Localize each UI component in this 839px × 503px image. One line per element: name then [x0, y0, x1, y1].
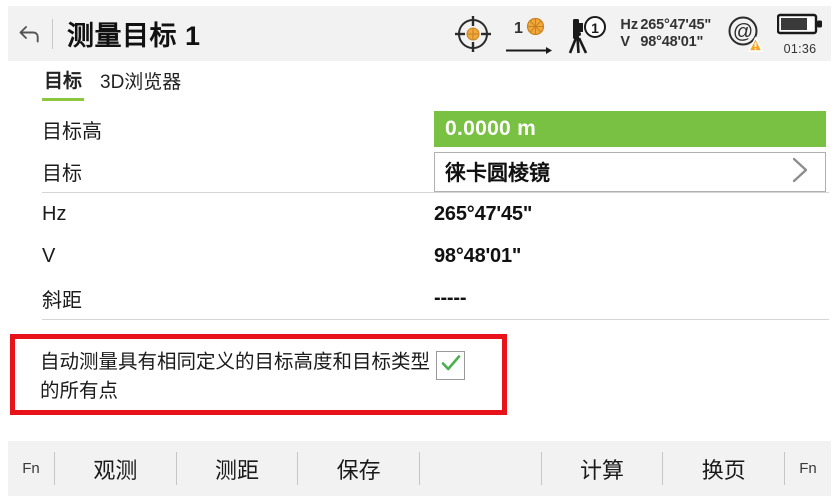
status-bar: 1 1 Hz 265°47'45" V 98°48'01" @ 01:36 [452, 6, 827, 61]
auto-measure-label: 自动测量具有相同定义的目标高度和目标类型的所有点 [40, 351, 431, 402]
v-row-label: V [42, 244, 56, 267]
form-separator-2 [42, 319, 829, 320]
page-title: 测量目标 1 [67, 21, 201, 51]
arrow-right-icon [506, 42, 553, 54]
row-hz: Hz 265°47'45" [8, 193, 831, 235]
tab-target[interactable]: 目标 [42, 66, 85, 101]
row-target-height: 目标高 0.0000 m [8, 108, 831, 150]
calculate-button[interactable]: 计算 [542, 441, 663, 496]
battery-icon [776, 12, 823, 41]
battery-indicator[interactable]: 01:36 [776, 12, 823, 56]
save-label: 保存 [336, 457, 381, 483]
target-select-field[interactable]: 徕卡圆棱镜 [434, 152, 826, 192]
svg-text:@: @ [733, 21, 753, 43]
row-slope-distance: 斜距 ----- [8, 277, 831, 319]
tab-3d-viewer[interactable]: 3D浏览器 [98, 67, 183, 99]
v-readout-row: V 98°48'01" [620, 34, 711, 51]
calculate-label: 计算 [580, 457, 625, 483]
hz-row-value: 265°47'45" [434, 202, 533, 225]
undo-arrow-icon [17, 22, 43, 46]
tab-target-label: 目标 [44, 70, 83, 92]
angle-readout: Hz 265°47'45" V 98°48'01" [620, 17, 711, 51]
slope-distance-value: ----- [434, 286, 467, 309]
chevron-right-icon [787, 154, 813, 191]
prism-mode-indicator[interactable]: 1 [506, 17, 553, 54]
target-height-label: 目标高 [42, 120, 102, 143]
at-sign-warning-icon[interactable]: @ [725, 14, 765, 54]
device-screen: 测量目标 1 1 1 Hz 265°47'45" V 98°48'01" @ 0… [8, 6, 831, 498]
v-label: V [620, 33, 631, 50]
prism-icon [526, 17, 545, 41]
hz-readout-row: Hz 265°47'45" [620, 17, 711, 34]
back-button[interactable] [8, 6, 52, 61]
fn-right-label: Fn [799, 460, 817, 477]
observe-button[interactable]: 观测 [55, 441, 176, 496]
hz-row-label: Hz [42, 202, 67, 225]
crosshair-target-icon[interactable] [452, 13, 494, 55]
distance-button[interactable]: 测距 [177, 441, 298, 496]
header-bar: 测量目标 1 1 1 Hz 265°47'45" V 98°48'01" @ 0… [8, 6, 831, 61]
checkmark-icon [440, 353, 462, 378]
fn-left-label: Fn [22, 460, 40, 477]
fn-right-button[interactable]: Fn [785, 441, 831, 496]
auto-measure-checkbox[interactable] [436, 351, 465, 380]
observe-label: 观测 [93, 457, 138, 483]
tripod-badge-number: 1 [592, 20, 600, 36]
prism-count-label: 1 [513, 20, 523, 37]
header-divider [52, 18, 53, 49]
distance-label: 测距 [215, 457, 260, 483]
target-label: 目标 [42, 162, 82, 185]
v-row-value: 98°48'01" [434, 244, 522, 267]
battery-time-label: 01:36 [783, 41, 817, 56]
slope-distance-label: 斜距 [42, 289, 82, 312]
target-value: 徕卡圆棱镜 [445, 162, 550, 185]
target-height-field[interactable]: 0.0000 m [434, 111, 826, 147]
fn-left-button[interactable]: Fn [8, 441, 54, 496]
v-value: 98°48'01" [640, 33, 704, 50]
page-switch-button[interactable]: 换页 [663, 441, 784, 496]
hz-label: Hz [620, 16, 639, 33]
auto-measure-highlight-box: 自动测量具有相同定义的目标高度和目标类型的所有点 [10, 334, 507, 415]
tab-bar: 目标 3D浏览器 [8, 61, 831, 105]
total-station-icon[interactable]: 1 [564, 13, 610, 55]
target-form: 目标高 0.0000 m 目标 徕卡圆棱镜 Hz 265°47'45" V 98… [8, 108, 831, 320]
row-v: V 98°48'01" [8, 235, 831, 277]
row-target: 目标 徕卡圆棱镜 [8, 150, 831, 192]
hz-value: 265°47'45" [640, 16, 711, 33]
page-switch-label: 换页 [701, 457, 746, 483]
tab-3d-viewer-label: 3D浏览器 [100, 72, 182, 93]
save-button[interactable]: 保存 [298, 441, 419, 496]
target-height-value: 0.0000 m [445, 117, 537, 140]
toolbar-empty-slot [420, 441, 541, 496]
bottom-toolbar: Fn 观测 测距 保存 计算 换页 Fn [8, 441, 831, 496]
